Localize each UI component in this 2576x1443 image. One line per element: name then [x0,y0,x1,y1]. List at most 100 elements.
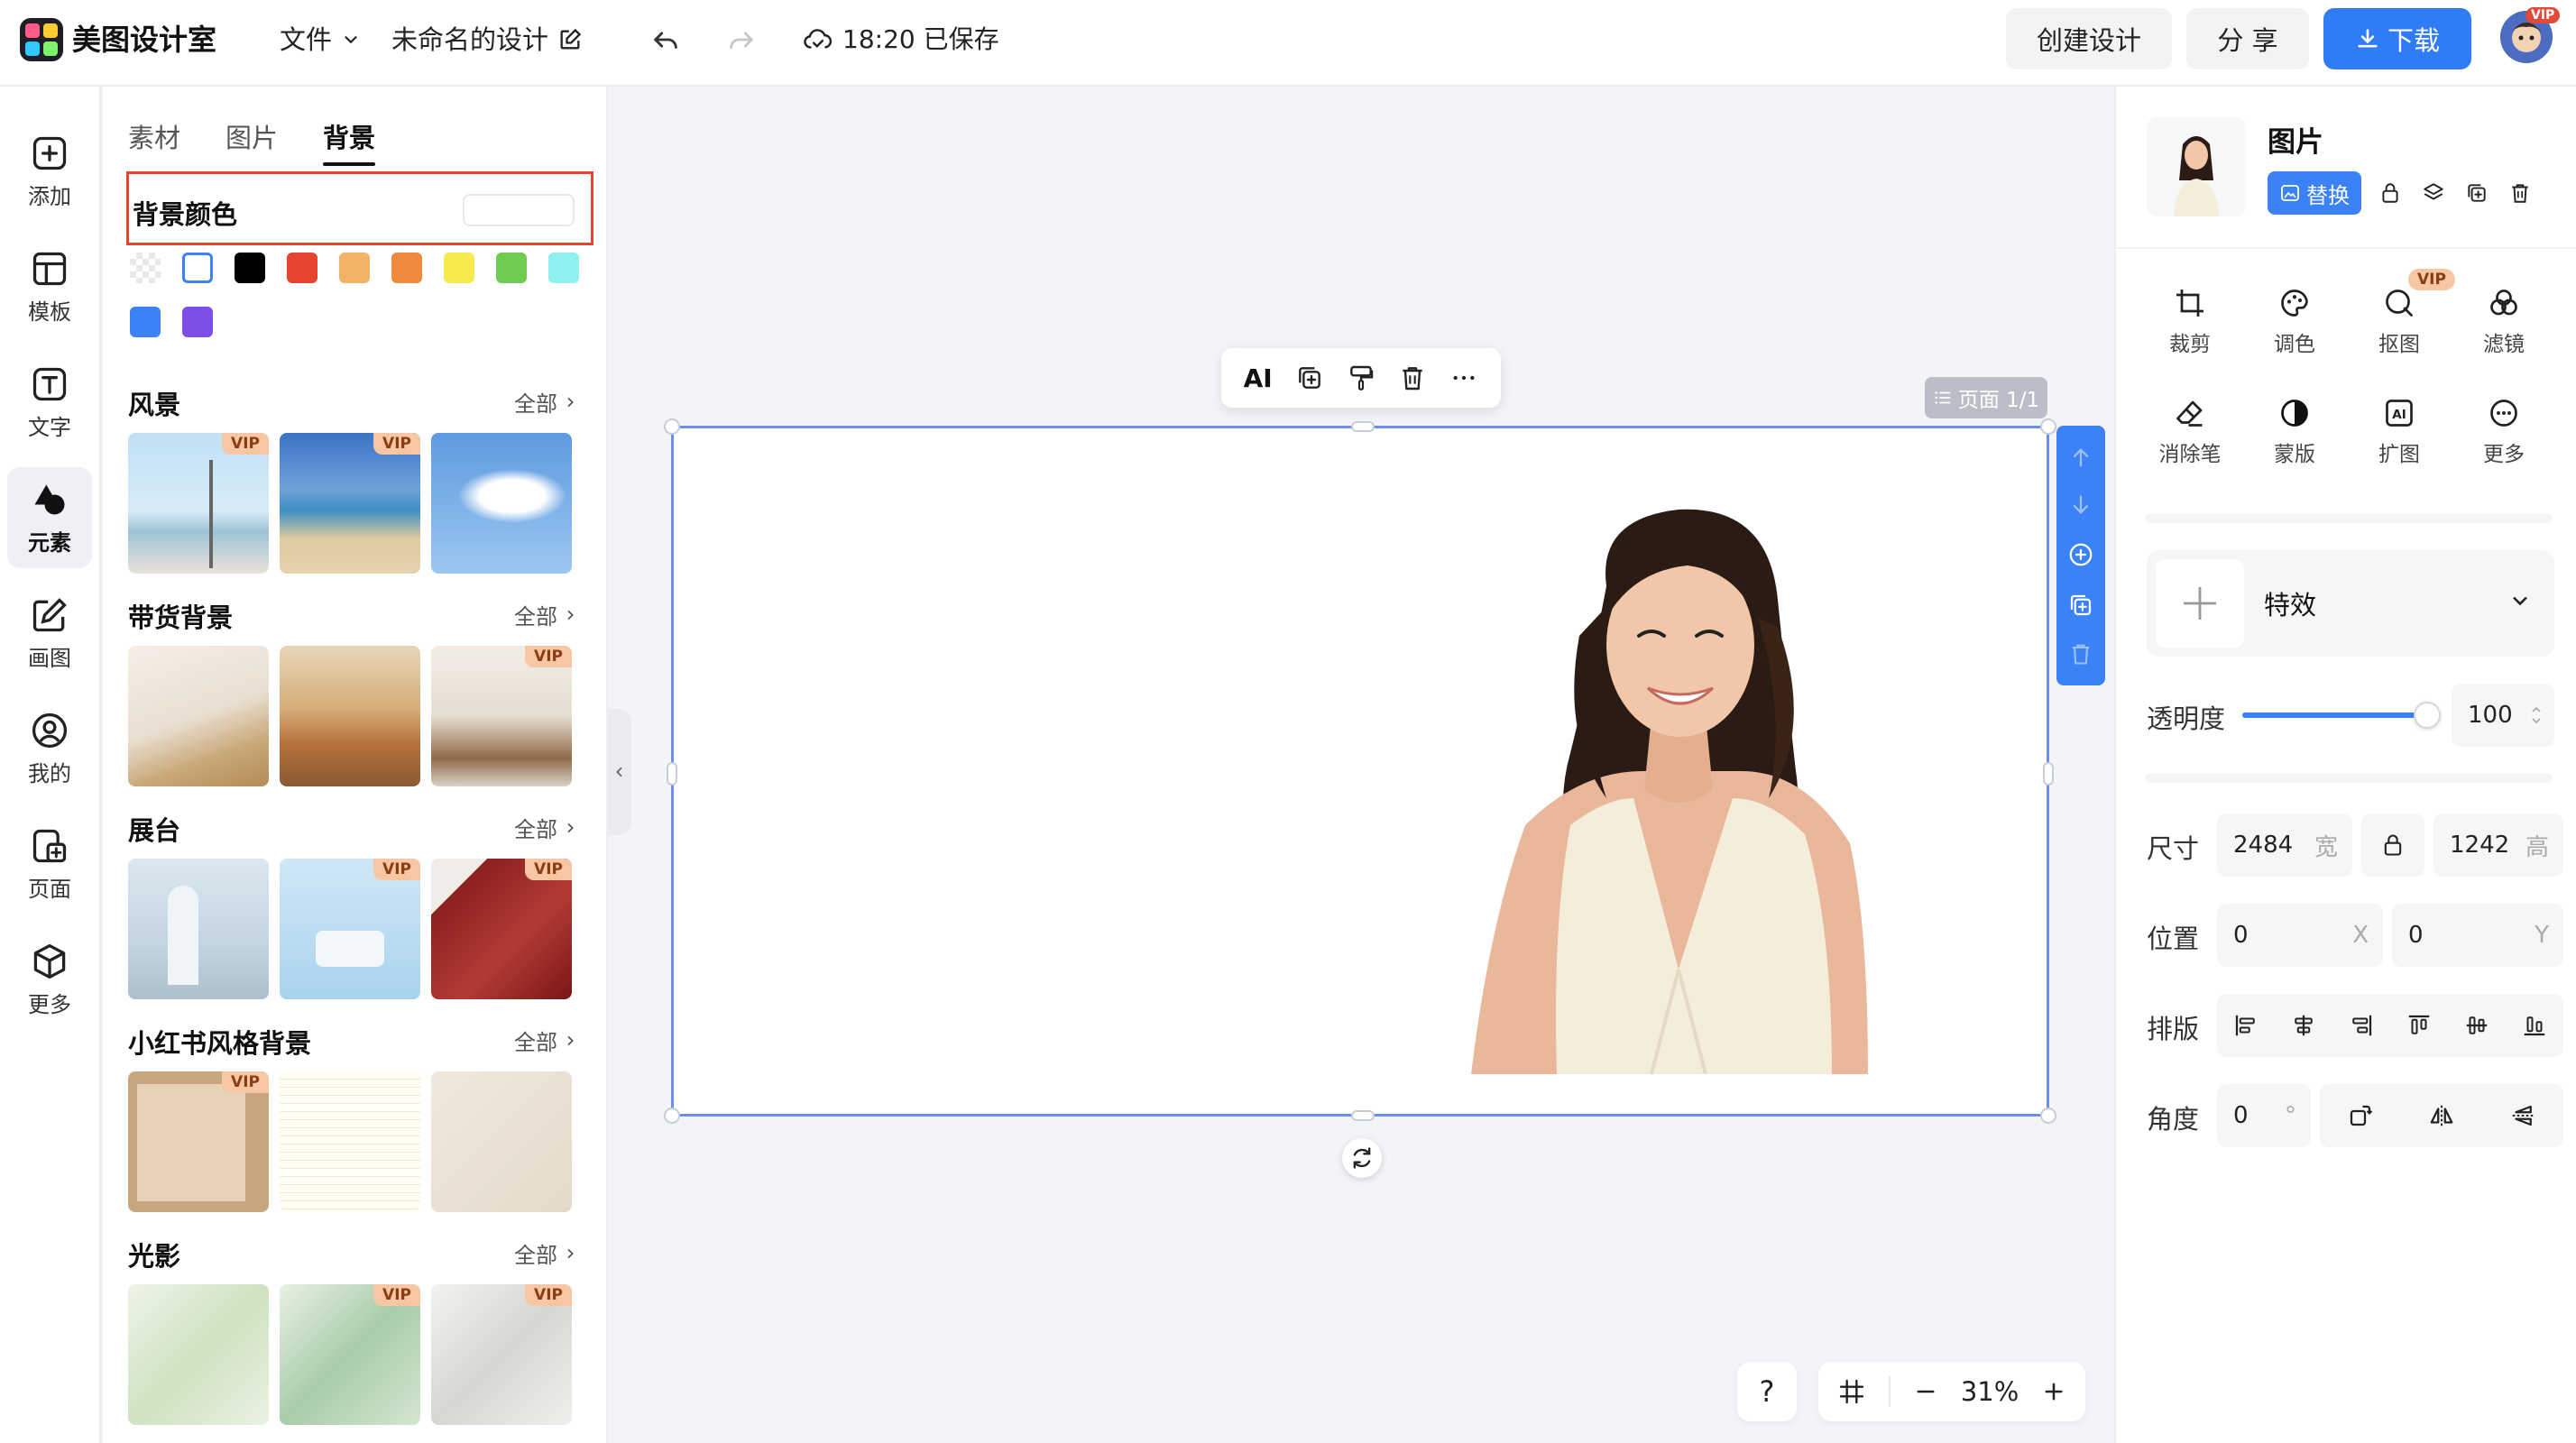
swatch-cyan[interactable] [548,253,579,283]
swatch-blue[interactable] [130,307,161,337]
zoom-in-icon[interactable] [2041,1379,2066,1404]
align-center-v-icon[interactable] [2463,1012,2490,1039]
swatch-orange[interactable] [391,253,422,283]
tab-materials[interactable]: 素材 [128,117,180,166]
align-left-icon[interactable] [2232,1012,2259,1039]
background-thumbnail[interactable] [431,1071,572,1212]
arrow-up-icon[interactable] [2068,445,2093,470]
stepper-icon[interactable] [2529,702,2544,729]
copy-button[interactable] [2461,177,2493,209]
background-thumbnail[interactable]: VIP [280,859,420,999]
ai-button[interactable]: AI [1244,363,1273,393]
background-thumbnail[interactable] [280,1071,420,1212]
tab-images[interactable]: 图片 [225,117,278,166]
swatch-transparent[interactable] [130,253,161,283]
section-all-link[interactable]: 全部 [514,1025,577,1056]
align-top-icon[interactable] [2406,1012,2433,1039]
tool-mask[interactable]: 蒙版 [2249,397,2340,467]
aspect-lock-button[interactable] [2361,813,2424,877]
rail-item-more[interactable]: 更多 [7,929,92,1030]
rail-item-add[interactable]: 添加 [7,121,92,222]
app-logo[interactable] [20,18,63,61]
tool-eraser[interactable]: 消除笔 [2145,397,2235,467]
format-brush-icon[interactable] [1347,363,1375,392]
background-thumbnail[interactable] [128,859,269,999]
file-menu[interactable]: 文件 [280,20,361,60]
rotate-90-icon[interactable] [2347,1102,2374,1129]
section-all-link[interactable]: 全部 [514,386,577,418]
resize-handle[interactable] [1351,421,1375,432]
rail-item-mine[interactable]: 我的 [7,698,92,799]
resize-handle[interactable] [2040,418,2056,435]
zoom-level[interactable]: 31% [1961,1376,2019,1407]
resize-handle[interactable] [2043,762,2054,786]
swatch-green[interactable] [496,253,527,283]
rail-item-text[interactable]: 文字 [7,352,92,453]
help-button[interactable]: ? [1737,1362,1797,1421]
tool-more[interactable]: 更多 [2459,397,2549,467]
opacity-slider-track[interactable] [2242,712,2419,718]
duplicate-icon[interactable] [1295,363,1324,392]
tool-crop[interactable]: 裁剪 [2145,287,2235,357]
tool-expand[interactable]: AI 扩图 [2354,397,2444,467]
rail-item-elements[interactable]: 元素 [7,467,92,568]
background-thumbnail[interactable]: VIP [431,646,572,786]
swatch-white[interactable] [182,253,213,283]
resize-handle[interactable] [1351,1110,1375,1121]
background-thumbnail[interactable]: VIP [431,1284,572,1425]
lock-button[interactable] [2374,177,2406,209]
background-color-picker[interactable] [463,194,575,226]
collapse-panel-button[interactable] [608,709,631,835]
redo-button[interactable] [722,20,761,60]
background-thumbnail[interactable]: VIP [280,433,420,574]
add-effect-button[interactable] [2156,559,2244,648]
pos-x-input[interactable]: 0 X [2217,904,2383,967]
swatch-black[interactable] [235,253,265,283]
effects-dropdown[interactable]: 特效 [2147,550,2554,657]
arrow-down-icon[interactable] [2068,492,2093,518]
grid-icon[interactable] [1837,1377,1866,1406]
pos-y-input[interactable]: 0 Y [2392,904,2563,967]
undo-button[interactable] [646,20,685,60]
tool-cutout[interactable]: 抠图 [2354,287,2444,357]
resize-handle[interactable] [2040,1108,2056,1124]
download-button[interactable]: 下载 [2323,8,2471,69]
resize-handle[interactable] [664,418,680,435]
design-name[interactable]: 未命名的设计 [391,20,583,60]
swatch-purple[interactable] [182,307,213,337]
delete-page-icon[interactable] [2068,641,2093,666]
align-center-h-icon[interactable] [2290,1012,2317,1039]
section-all-link[interactable]: 全部 [514,1237,577,1269]
background-thumbnail[interactable] [280,646,420,786]
duplicate-page-icon[interactable] [2067,592,2094,619]
opacity-input[interactable]: 100 [2452,684,2554,747]
share-button[interactable]: 分 享 [2186,8,2309,69]
background-thumbnail[interactable]: VIP [128,1071,269,1212]
width-input[interactable]: 2484 宽 [2217,813,2352,877]
swatch-light-orange[interactable] [339,253,370,283]
replace-button[interactable]: 替换 [2268,171,2361,215]
section-all-link[interactable]: 全部 [514,812,577,843]
swatch-yellow[interactable] [444,253,474,283]
angle-input[interactable]: 0 ° [2217,1084,2311,1147]
add-page-icon[interactable] [2067,541,2094,568]
section-all-link[interactable]: 全部 [514,599,577,630]
background-thumbnail[interactable]: VIP [280,1284,420,1425]
flip-horizontal-icon[interactable] [2428,1102,2455,1129]
page-indicator[interactable]: 页面 1/1 [1925,377,2047,418]
tool-filter[interactable]: 滤镜 [2459,287,2549,357]
rotate-handle[interactable] [1342,1138,1382,1178]
rail-item-template[interactable]: 模板 [7,236,92,337]
align-bottom-icon[interactable] [2521,1012,2548,1039]
align-right-icon[interactable] [2348,1012,2375,1039]
resize-handle[interactable] [667,762,677,786]
height-input[interactable]: 1242 高 [2433,813,2563,877]
delete-button[interactable] [2504,177,2536,209]
rail-item-draw[interactable]: 画图 [7,583,92,684]
create-design-button[interactable]: 创建设计 [2006,8,2172,69]
layers-button[interactable] [2417,177,2450,209]
resize-handle[interactable] [664,1108,680,1124]
trash-icon[interactable] [1398,363,1427,392]
background-thumbnail[interactable] [431,433,572,574]
tab-background[interactable]: 背景 [323,117,376,166]
